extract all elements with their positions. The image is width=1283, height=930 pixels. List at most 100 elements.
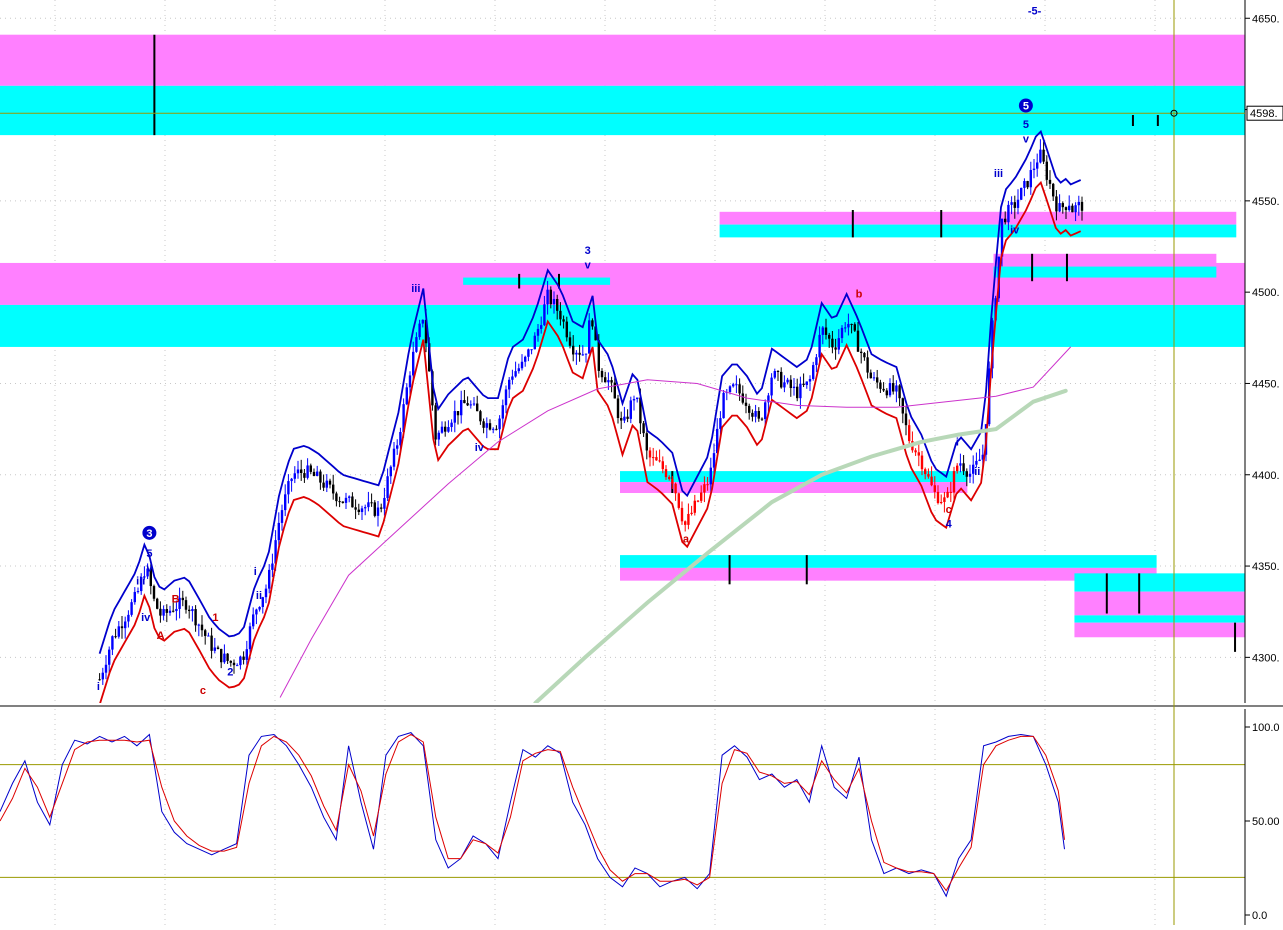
wave-label: v: [1023, 133, 1030, 145]
candle-body: [866, 357, 869, 373]
candle-body: [626, 416, 629, 419]
candle-body: [789, 379, 792, 389]
candle-body: [98, 679, 101, 681]
candle-body: [812, 365, 815, 379]
candle-body: [968, 473, 972, 477]
candle-body: [239, 656, 242, 666]
candle-body: [776, 370, 780, 372]
candle-body: [1077, 201, 1080, 206]
candle-body: [514, 371, 517, 377]
wave-label: iv: [141, 612, 151, 624]
candle-body: [370, 502, 373, 504]
candle-body: [1068, 205, 1071, 211]
zone-band-magenta: [719, 211, 1237, 225]
candle-body: [236, 665, 239, 667]
candle-body: [245, 649, 248, 660]
candle-body: [284, 494, 287, 511]
price-tick-label: 4550.: [1252, 196, 1280, 208]
candle-body: [124, 621, 127, 629]
candle-body: [213, 647, 216, 651]
candle-body: [408, 375, 412, 388]
candle-body: [965, 471, 968, 477]
zone-band-magenta: [0, 34, 1245, 86]
candle-body: [476, 403, 479, 412]
candle-body: [914, 450, 917, 453]
candle-body: [796, 386, 799, 399]
candle-body: [290, 478, 293, 482]
wave-label: iii: [136, 575, 145, 587]
candle-body: [728, 386, 732, 393]
candle-body: [610, 380, 613, 383]
wave-label: ii: [974, 466, 980, 478]
candle-body: [472, 403, 476, 405]
candle-body: [578, 352, 581, 355]
candle-body: [405, 387, 408, 405]
wave-label: iii: [994, 168, 1003, 180]
candle-body: [876, 377, 879, 383]
candle-body: [159, 608, 162, 616]
candle-body: [127, 614, 130, 622]
candle-body: [901, 398, 904, 414]
candle-body: [677, 493, 680, 508]
candle-body: [581, 354, 584, 356]
wave-label: 5: [146, 548, 152, 560]
candle-body: [226, 653, 229, 661]
candle-body: [296, 469, 300, 474]
candle-body: [549, 289, 552, 305]
candle-body: [501, 405, 504, 419]
candle-body: [287, 481, 290, 495]
candle-body: [773, 370, 776, 378]
candle-body: [524, 356, 527, 362]
candle-body: [117, 626, 120, 637]
candle-body: [572, 345, 575, 355]
candle-body: [760, 418, 764, 420]
candle-body: [136, 591, 140, 593]
candle-body: [300, 469, 303, 474]
candle-body: [562, 319, 565, 322]
candle-body: [434, 405, 437, 440]
candle-body: [332, 484, 335, 494]
candle-body: [319, 471, 322, 483]
candle-body: [508, 379, 511, 390]
candle-body: [575, 352, 578, 355]
elliott-wave-chart[interactable]: -5- 5 v iii iv 3 v iii iv b a c 4 i ii 5 v iii Biv A 1 i ii 2 i c…: [0, 0, 1283, 925]
wave-circle-label: 5: [1023, 101, 1029, 113]
candle-body: [898, 385, 901, 399]
candle-body: [543, 304, 546, 326]
price-tick-label: 4400.: [1252, 470, 1280, 482]
candle-body: [908, 425, 911, 442]
candle-body: [415, 337, 418, 352]
candle-body: [344, 497, 348, 503]
candle-body: [536, 328, 540, 336]
candle-body: [828, 334, 831, 339]
candle-body: [687, 513, 690, 525]
candle-body: [856, 330, 860, 352]
candle-body: [1042, 149, 1045, 162]
candle-body: [600, 370, 604, 378]
zone-band-cyan: [463, 277, 611, 285]
candle-body: [869, 372, 872, 379]
candle-body: [488, 423, 492, 430]
candle-body: [264, 588, 268, 598]
candle-body: [962, 463, 965, 472]
candle-body: [1064, 207, 1068, 211]
candle-body: [652, 457, 655, 459]
candle-body: [360, 508, 364, 513]
candle-body: [258, 606, 261, 610]
wave-label: i: [97, 681, 100, 693]
candle-body: [437, 432, 440, 440]
candle-body: [114, 636, 117, 638]
chart-canvas[interactable]: -5-5viiiiv3viiiivbac4iii5viiiBivA1iii2i c…: [0, 0, 1283, 925]
candle-body: [818, 334, 821, 358]
wave-label: 3: [585, 245, 591, 257]
candle-body: [661, 461, 664, 470]
candle-body: [216, 647, 220, 649]
wave-label: b: [856, 289, 863, 301]
wave-label: c: [200, 685, 206, 697]
candle-body: [188, 609, 191, 612]
candle-body: [527, 349, 530, 357]
candle-body: [959, 463, 962, 466]
wave-label: iv: [1010, 225, 1020, 237]
candle-body: [1061, 203, 1064, 208]
candle-body: [668, 477, 671, 479]
